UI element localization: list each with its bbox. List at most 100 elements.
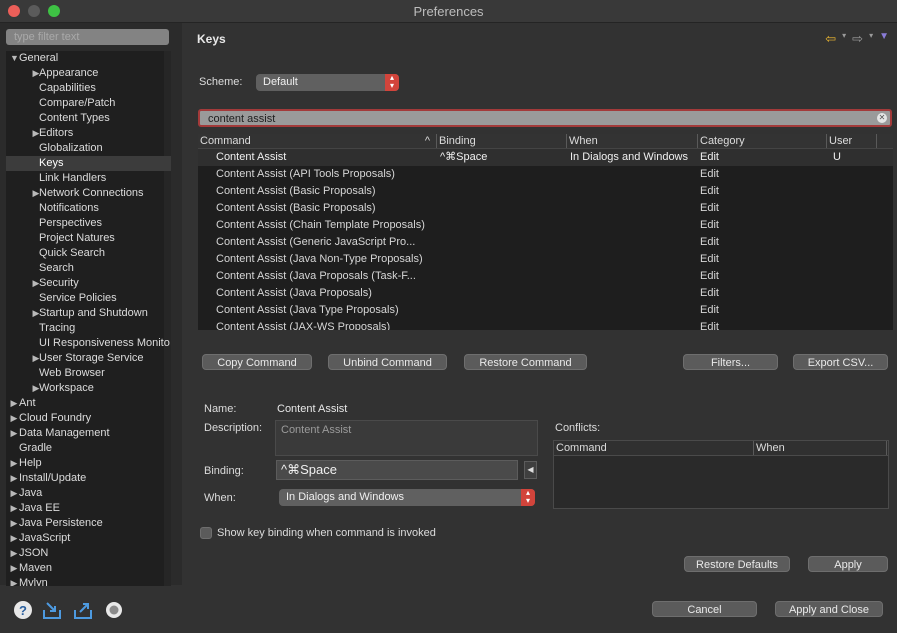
table-row[interactable]: Content Assist (Java Proposals) Edit	[198, 285, 893, 302]
tree-item[interactable]: ▼ General	[6, 51, 171, 66]
chevron-right-icon[interactable]: ▶	[10, 546, 18, 561]
forward-arrow-icon[interactable]: ⇨	[852, 31, 863, 47]
chevron-right-icon[interactable]: ▶	[10, 486, 18, 501]
view-menu-icon[interactable]: ▼	[879, 31, 889, 47]
chevron-right-icon[interactable]: ▶	[10, 531, 18, 546]
col-when[interactable]: When	[567, 134, 698, 148]
table-row[interactable]: Content Assist (Java Type Proposals) Edit	[198, 302, 893, 319]
conflicts-col-when[interactable]: When	[754, 441, 887, 455]
tree-item-label: Globalization	[39, 142, 103, 154]
cancel-button[interactable]: Cancel	[652, 601, 757, 617]
tree-item[interactable]: ▶ User Storage Service	[6, 351, 171, 366]
tree-item[interactable]: Quick Search	[6, 246, 171, 261]
apply-button[interactable]: Apply	[808, 556, 888, 572]
col-binding[interactable]: Binding	[437, 134, 567, 148]
tree-item[interactable]: Perspectives	[6, 216, 171, 231]
tree-item[interactable]: ▶ Workspace	[6, 381, 171, 396]
chevron-right-icon[interactable]: ▶	[10, 426, 18, 441]
col-category[interactable]: Category	[698, 134, 827, 148]
tree-item-label: Notifications	[39, 202, 99, 214]
table-row[interactable]: Content Assist (Basic Proposals) Edit	[198, 183, 893, 200]
tree-item[interactable]: ▶ Data Management	[6, 426, 171, 441]
when-select[interactable]: In Dialogs and Windows ▴ ▾	[279, 489, 535, 506]
import-icon[interactable]	[42, 600, 62, 620]
restore-command-button[interactable]: Restore Command	[464, 354, 587, 370]
table-row[interactable]: Content Assist (API Tools Proposals) Edit	[198, 166, 893, 183]
tree-item[interactable]: ▶ Maven	[6, 561, 171, 576]
apply-and-close-button[interactable]: Apply and Close	[775, 601, 883, 617]
filters-button[interactable]: Filters...	[683, 354, 778, 370]
tree-item[interactable]: ▶ JSON	[6, 546, 171, 561]
col-command[interactable]: Command ^	[198, 134, 437, 148]
tree-item[interactable]: ▶ Ant	[6, 396, 171, 411]
table-row[interactable]: Content Assist (Generic JavaScript Pro..…	[198, 234, 893, 251]
scheme-label: Scheme:	[199, 76, 243, 88]
record-icon[interactable]	[104, 600, 124, 620]
show-binding-checkbox[interactable]	[200, 527, 212, 539]
tree-item[interactable]: ▶ Security	[6, 276, 171, 291]
table-row[interactable]: Content Assist (JAX-WS Proposals) Edit	[198, 319, 893, 330]
chevron-right-icon[interactable]: ▶	[10, 501, 18, 516]
tree-item[interactable]: Tracing	[6, 321, 171, 336]
table-row[interactable]: Content Assist (Chain Template Proposals…	[198, 217, 893, 234]
tree-item[interactable]: ▶ Editors	[6, 126, 171, 141]
tree-item[interactable]: Capabilities	[6, 81, 171, 96]
tree-item[interactable]: Notifications	[6, 201, 171, 216]
chevron-right-icon[interactable]: ▶	[10, 561, 18, 576]
col-user[interactable]: User	[827, 134, 877, 148]
scheme-value: Default	[263, 76, 298, 88]
binding-menu-icon[interactable]: ◀	[524, 461, 537, 479]
cell-user	[833, 268, 873, 285]
tree-item[interactable]: ▶ Help	[6, 456, 171, 471]
tree-item[interactable]: ▶ JavaScript	[6, 531, 171, 546]
cell-binding	[440, 234, 565, 251]
export-csv-button[interactable]: Export CSV...	[793, 354, 888, 370]
tree-item[interactable]: ▶ Java EE	[6, 501, 171, 516]
tree-item[interactable]: Project Natures	[6, 231, 171, 246]
scheme-select[interactable]: Default ▴ ▾	[256, 74, 399, 91]
chevron-right-icon[interactable]: ▶	[10, 411, 18, 426]
export-icon[interactable]	[73, 600, 93, 620]
tree-item[interactable]: ▶ Java Persistence	[6, 516, 171, 531]
tree-item[interactable]: UI Responsiveness Monito	[6, 336, 171, 351]
back-menu-icon[interactable]: ▾	[842, 31, 846, 47]
table-row[interactable]: Content Assist (Basic Proposals) Edit	[198, 200, 893, 217]
tree-item[interactable]: ▶ Java	[6, 486, 171, 501]
table-row[interactable]: Content Assist (Java Proposals (Task-F..…	[198, 268, 893, 285]
tree-item[interactable]: Service Policies	[6, 291, 171, 306]
chevron-right-icon[interactable]: ▶	[10, 516, 18, 531]
clear-search-icon[interactable]: ✕	[877, 113, 887, 123]
tree-item[interactable]: Gradle	[6, 441, 171, 456]
description-field[interactable]: Content Assist	[275, 420, 538, 456]
command-search-input[interactable]	[206, 111, 870, 127]
tree-item[interactable]: Search	[6, 261, 171, 276]
chevron-right-icon[interactable]: ▶	[10, 471, 18, 486]
chevron-down-icon[interactable]: ▼	[10, 51, 19, 66]
table-row[interactable]: Content Assist ^⌘Space In Dialogs and Wind…	[198, 149, 893, 166]
table-row[interactable]: Content Assist (Java Non-Type Proposals)…	[198, 251, 893, 268]
tree-item[interactable]: Compare/Patch	[6, 96, 171, 111]
tree-item[interactable]: Web Browser	[6, 366, 171, 381]
tree-item[interactable]: ▶ Appearance	[6, 66, 171, 81]
tree-item[interactable]: Content Types	[6, 111, 171, 126]
tree-item[interactable]: Link Handlers	[6, 171, 171, 186]
copy-command-button[interactable]: Copy Command	[202, 354, 312, 370]
conflicts-col-command[interactable]: Command	[554, 441, 754, 455]
unbind-command-button[interactable]: Unbind Command	[328, 354, 447, 370]
tree-item[interactable]: ▶ Cloud Foundry	[6, 411, 171, 426]
chevron-right-icon[interactable]: ▶	[10, 456, 18, 471]
restore-defaults-button[interactable]: Restore Defaults	[684, 556, 790, 572]
help-icon[interactable]: ?	[13, 600, 33, 620]
forward-menu-icon[interactable]: ▾	[869, 31, 873, 47]
tree-item[interactable]: Globalization	[6, 141, 171, 156]
tree-item[interactable]: ▶ Startup and Shutdown	[6, 306, 171, 321]
cell-binding	[440, 251, 565, 268]
tree-item[interactable]: ▶ Install/Update	[6, 471, 171, 486]
back-arrow-icon[interactable]: ⇦	[825, 31, 836, 47]
filter-input[interactable]	[6, 29, 169, 45]
tree-item[interactable]: ▶ Network Connections	[6, 186, 171, 201]
chevron-right-icon[interactable]: ▶	[10, 396, 18, 411]
tree-item[interactable]: Keys	[6, 156, 171, 171]
binding-input[interactable]: ^⌘Space	[276, 460, 518, 480]
command-search[interactable]: ✕	[198, 109, 892, 127]
